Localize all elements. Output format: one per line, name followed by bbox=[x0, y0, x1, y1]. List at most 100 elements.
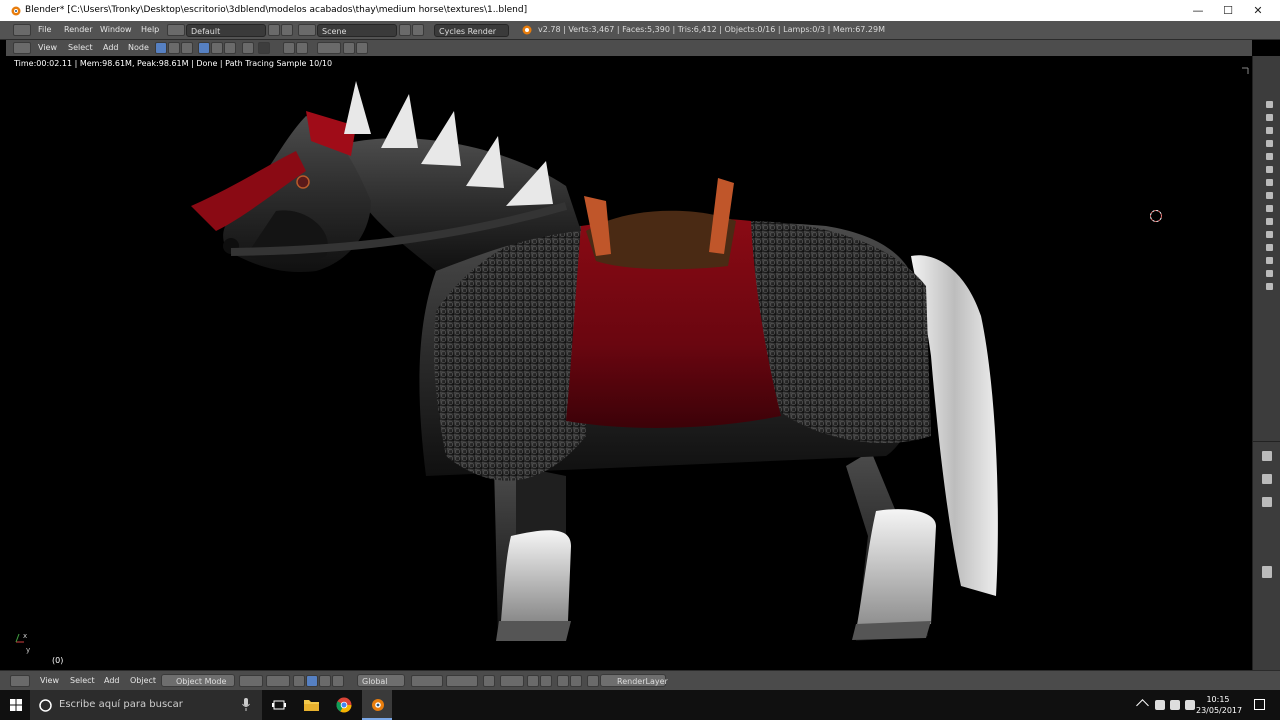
remove-scene-icon[interactable] bbox=[412, 24, 424, 36]
file-explorer-icon[interactable] bbox=[304, 698, 319, 711]
editor-type-icon[interactable] bbox=[10, 675, 30, 687]
menu-add[interactable]: Add bbox=[103, 40, 119, 56]
menu-file[interactable]: File bbox=[38, 21, 51, 39]
menu-node[interactable]: Node bbox=[128, 40, 149, 56]
layer-toggle-icon[interactable] bbox=[1266, 205, 1273, 212]
transform-icon[interactable] bbox=[1262, 497, 1272, 507]
snap-icon[interactable] bbox=[527, 675, 539, 687]
render-engine-select[interactable]: Cycles Render bbox=[434, 24, 509, 37]
linestyle-icon[interactable] bbox=[224, 42, 236, 54]
layer-toggle-icon[interactable] bbox=[1266, 101, 1273, 108]
scale-manipulator-icon[interactable] bbox=[332, 675, 344, 687]
viewport-shading-select[interactable] bbox=[239, 675, 263, 687]
render-layer-field[interactable]: RenderLayer bbox=[600, 674, 668, 687]
show-hidden-icons-icon[interactable] bbox=[1136, 699, 1149, 712]
3d-cursor[interactable] bbox=[1150, 210, 1162, 222]
menu-render[interactable]: Render bbox=[64, 21, 92, 39]
rotate-manipulator-icon[interactable] bbox=[319, 675, 331, 687]
close-button[interactable]: ✕ bbox=[1243, 0, 1273, 21]
axis-gizmo: x y bbox=[15, 632, 30, 654]
render-layer-icon[interactable] bbox=[587, 675, 599, 687]
remove-layout-icon[interactable] bbox=[281, 24, 293, 36]
layer-toggle-icon[interactable] bbox=[1266, 127, 1273, 134]
use-nodes-icon[interactable] bbox=[242, 42, 254, 54]
scroll-handle-icon[interactable] bbox=[1262, 566, 1272, 578]
microphone-icon[interactable] bbox=[242, 698, 250, 711]
taskbar-clock[interactable]: 10:15 23/05/2017 bbox=[1196, 694, 1242, 716]
shader-nodes-icon[interactable] bbox=[155, 42, 167, 54]
layer-toggle-icon[interactable] bbox=[1266, 166, 1273, 173]
volume-icon[interactable] bbox=[1170, 700, 1180, 710]
add-layout-icon[interactable] bbox=[268, 24, 280, 36]
scene-icon[interactable] bbox=[298, 24, 316, 36]
paste-icon[interactable] bbox=[356, 42, 368, 54]
windows-start-icon[interactable] bbox=[10, 699, 22, 711]
layer-toggle-icon[interactable] bbox=[1266, 153, 1273, 160]
network-icon[interactable] bbox=[1155, 700, 1165, 710]
horse-render-image: x y bbox=[15, 67, 1249, 654]
opengl-animation-icon[interactable] bbox=[570, 675, 582, 687]
layer-toggle-icon[interactable] bbox=[1266, 218, 1273, 225]
world-shader-icon[interactable] bbox=[211, 42, 223, 54]
transform-orientation-select[interactable]: Global bbox=[357, 674, 405, 687]
proportional-edit-select[interactable] bbox=[500, 675, 524, 687]
add-scene-icon[interactable] bbox=[399, 24, 411, 36]
layer-toggle-icon[interactable] bbox=[1266, 244, 1273, 251]
layer-toggle-icon[interactable] bbox=[1266, 179, 1273, 186]
layer-toggle-icon[interactable] bbox=[1266, 114, 1273, 121]
properties-icon[interactable] bbox=[1262, 451, 1272, 461]
object-shader-icon[interactable] bbox=[198, 42, 210, 54]
pivot-point-select[interactable] bbox=[266, 675, 290, 687]
menu-add[interactable]: Add bbox=[104, 671, 120, 690]
snap-target-select[interactable] bbox=[317, 42, 341, 54]
taskbar-search-box[interactable]: Escribe aquí para buscar bbox=[30, 690, 262, 720]
texture-nodes-icon[interactable] bbox=[181, 42, 193, 54]
menu-help[interactable]: Help bbox=[141, 21, 159, 39]
menu-view[interactable]: View bbox=[38, 40, 57, 56]
snap-element-icon[interactable] bbox=[296, 42, 308, 54]
axis-x-label: x bbox=[23, 632, 27, 640]
editor-type-icon[interactable] bbox=[13, 24, 31, 36]
translate-manipulator-icon[interactable] bbox=[306, 675, 318, 687]
task-view-icon[interactable] bbox=[272, 698, 286, 712]
opengl-render-icon[interactable] bbox=[557, 675, 569, 687]
cortana-icon bbox=[39, 699, 52, 712]
language-icon[interactable] bbox=[1185, 700, 1195, 710]
area-split-corner-icon[interactable] bbox=[1242, 67, 1249, 74]
snap-icon[interactable] bbox=[283, 42, 295, 54]
render-info: Time:00:02.11 | Mem:98.61M, Peak:98.61M … bbox=[14, 59, 333, 68]
blender-taskbar-button[interactable] bbox=[362, 690, 392, 720]
lock-layers-icon[interactable] bbox=[483, 675, 495, 687]
horse-figure bbox=[191, 81, 998, 641]
layer-toggle-icon[interactable] bbox=[1266, 270, 1273, 277]
chrome-icon[interactable] bbox=[336, 697, 352, 713]
copy-icon[interactable] bbox=[343, 42, 355, 54]
editor-type-icon[interactable] bbox=[13, 42, 31, 54]
scene-layers-grid[interactable] bbox=[446, 675, 478, 687]
action-center-icon[interactable] bbox=[1254, 699, 1265, 710]
menu-select[interactable]: Select bbox=[68, 40, 93, 56]
screen-layout-field[interactable]: Default bbox=[186, 24, 266, 37]
snap-element-icon[interactable] bbox=[540, 675, 552, 687]
scene-layers-grid[interactable] bbox=[411, 675, 443, 687]
compositing-nodes-icon[interactable] bbox=[168, 42, 180, 54]
layer-toggle-icon[interactable] bbox=[1266, 283, 1273, 290]
screen-layout-icon[interactable] bbox=[167, 24, 185, 36]
blender-logo-icon bbox=[11, 6, 21, 16]
maximize-button[interactable]: ☐ bbox=[1213, 0, 1243, 21]
mode-select[interactable]: Object Mode bbox=[161, 674, 235, 687]
backdrop-icon[interactable] bbox=[258, 42, 270, 54]
menu-view[interactable]: View bbox=[40, 671, 59, 690]
layer-toggle-icon[interactable] bbox=[1266, 140, 1273, 147]
menu-select[interactable]: Select bbox=[70, 671, 95, 690]
manipulator-toggle-icon[interactable] bbox=[293, 675, 305, 687]
layer-toggle-icon[interactable] bbox=[1266, 192, 1273, 199]
minimize-button[interactable]: — bbox=[1183, 0, 1213, 21]
tools-icon[interactable] bbox=[1262, 474, 1272, 484]
render-viewport[interactable]: x y bbox=[6, 56, 1252, 670]
menu-object[interactable]: Object bbox=[130, 671, 156, 690]
scene-field[interactable]: Scene bbox=[317, 24, 397, 37]
menu-window[interactable]: Window bbox=[100, 21, 132, 39]
layer-toggle-icon[interactable] bbox=[1266, 231, 1273, 238]
layer-toggle-icon[interactable] bbox=[1266, 257, 1273, 264]
